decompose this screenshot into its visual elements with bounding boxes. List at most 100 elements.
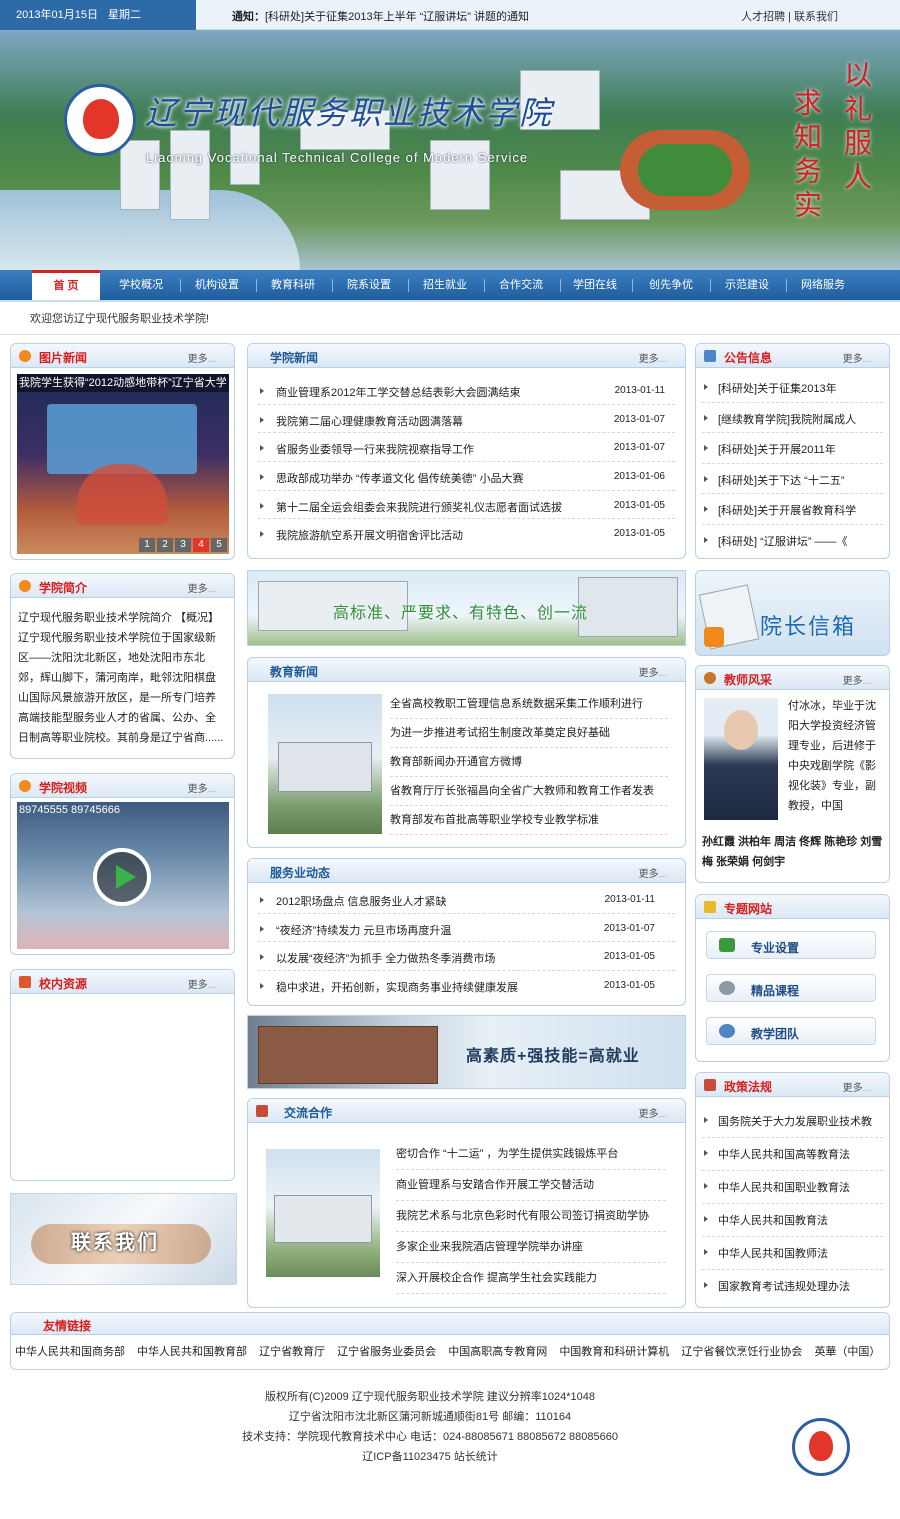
pager-1[interactable]: 1: [139, 538, 155, 552]
friend-link[interactable]: 中华人民共和国教育部: [137, 1346, 247, 1358]
nav-demonstration[interactable]: 示范建设: [711, 270, 783, 300]
major-settings-button[interactable]: 专业设置: [706, 931, 876, 959]
contact-link[interactable]: 联系我们: [794, 11, 838, 23]
list-item[interactable]: 第十二届全运会组委会来我院进行颁奖礼仪志愿者面试选拔 2013-01-05: [258, 491, 675, 520]
list-item[interactable]: 商业管理系2012年工学交替总结表彰大会圆满结束 2013-01-11: [258, 376, 675, 405]
friend-link[interactable]: 中国教育和科研计算机: [559, 1346, 669, 1358]
list-item[interactable]: 以发展“夜经济”为抓手 全力做热冬季消费市场 2013-01-05: [258, 942, 675, 972]
more-link[interactable]: 更多: [188, 580, 216, 595]
friend-link[interactable]: 中华人民共和国商务部: [15, 1346, 125, 1358]
panel-title: 服务业动态: [270, 866, 331, 880]
play-icon[interactable]: [93, 848, 151, 906]
quality-courses-button[interactable]: 精品课程: [706, 974, 876, 1002]
list-item[interactable]: [科研处]关于开展省教育科学: [702, 494, 883, 525]
notice-label: 通知：: [232, 11, 265, 23]
nav-research[interactable]: 教育科研: [257, 270, 329, 300]
service-news-panel: 服务业动态 更多 2012职场盘点 信息服务业人才紧缺2013-01-11 “夜经…: [247, 858, 686, 1006]
teaching-team-button[interactable]: 教学团队: [706, 1017, 876, 1045]
list-item[interactable]: [继续教育学院]我院附属成人: [702, 403, 883, 433]
team-icon: [719, 1024, 735, 1038]
teacher-names[interactable]: 孙红霞 洪柏年 周洁 佟辉 陈艳珍 刘雪梅 张荣娟 何剑宇: [702, 832, 886, 872]
list-item[interactable]: 2012职场盘点 信息服务业人才紧缺 2013-01-11: [258, 885, 675, 914]
more-link[interactable]: 更多: [639, 664, 667, 679]
jobs-link[interactable]: 人才招聘: [741, 11, 785, 23]
more-link[interactable]: 更多: [639, 1105, 667, 1120]
list-item[interactable]: 中华人民共和国教师法: [702, 1237, 883, 1270]
list-item[interactable]: 中华人民共和国教育法: [702, 1204, 883, 1237]
friend-link[interactable]: 中国高职高专教育网: [448, 1346, 547, 1358]
college-title: 辽宁现代服务职业技术学院: [145, 94, 554, 132]
intro-icon: [19, 580, 31, 592]
list-item[interactable]: 我院旅游航空系开展文明宿舍评比活动 2013-01-05: [258, 519, 675, 548]
list-item[interactable]: 全省高校教职工管理信息系统数据采集工作顺利进行: [390, 690, 668, 719]
list-item[interactable]: 省服务业委领导一行来我院视察指导工作 2013-01-07: [258, 433, 675, 463]
list-item[interactable]: 商业管理系与安踏合作开展工学交替活动: [396, 1170, 666, 1201]
contact-us-banner[interactable]: 联系我们: [10, 1193, 237, 1285]
slogan-banner[interactable]: 高标准、严要求、有特色、创一流: [247, 570, 686, 646]
list-item[interactable]: [科研处]关于开展2011年: [702, 433, 883, 464]
nav-organization[interactable]: 机构设置: [181, 270, 253, 300]
more-link[interactable]: 更多: [188, 976, 216, 991]
ink-icon: [704, 627, 724, 647]
list-item[interactable]: 中华人民共和国职业教育法: [702, 1171, 883, 1204]
president-mailbox-banner[interactable]: 院长信箱: [695, 570, 890, 656]
list-item[interactable]: 教育部新闻办开通官方微博: [390, 748, 668, 777]
list-item[interactable]: 密切合作 “十二运” ，为学生提供实践锻炼平台: [396, 1139, 666, 1170]
nav-student-online[interactable]: 学团在线: [561, 270, 629, 300]
list-item[interactable]: 我院第二届心理健康教育活动圆满落幕 2013-01-07: [258, 405, 675, 434]
nav-school-overview[interactable]: 学校概况: [105, 270, 177, 300]
footer-icp[interactable]: 辽ICP备11023475 站长统计: [0, 1447, 900, 1467]
button-label: 精品课程: [751, 984, 800, 998]
teacher-photo[interactable]: [704, 698, 778, 820]
list-item[interactable]: 多家企业来我院酒店管理学院举办讲座: [396, 1232, 666, 1263]
friend-link[interactable]: 英華（中国）: [814, 1346, 880, 1358]
more-link[interactable]: 更多: [639, 865, 667, 880]
more-link[interactable]: 更多: [188, 350, 216, 365]
panel-title: 教育新闻: [270, 665, 319, 679]
list-item[interactable]: [科研处] “辽服讲坛” ——《: [702, 525, 883, 556]
pager-3[interactable]: 3: [175, 538, 191, 552]
nav-admission[interactable]: 招生就业: [409, 270, 481, 300]
nav-departments[interactable]: 院系设置: [333, 270, 405, 300]
more-link[interactable]: 更多: [843, 1079, 871, 1094]
list-item[interactable]: 国家教育考试违规处理办法: [702, 1270, 883, 1303]
more-link[interactable]: 更多: [843, 672, 871, 687]
friend-link[interactable]: 辽宁省餐饮烹饪行业协会: [681, 1346, 802, 1358]
pager-4[interactable]: 4: [193, 538, 209, 552]
list-item[interactable]: 稳中求进，开拓创新，实现商务事业持续健康发展 2013-01-05: [258, 971, 675, 1000]
list-item[interactable]: 中华人民共和国高等教育法: [702, 1138, 883, 1171]
photo-news-image[interactable]: 我院学生获得“2012动感地带杯”辽宁省大学 1 2 3 4 5: [17, 374, 229, 554]
more-link[interactable]: 更多: [639, 350, 667, 365]
more-link[interactable]: 更多: [188, 780, 216, 795]
list-item[interactable]: [科研处]关于下达 “十二五”: [702, 464, 883, 494]
job-banner[interactable]: 高素质+强技能=高就业: [247, 1015, 686, 1089]
pager-2[interactable]: 2: [157, 538, 173, 552]
cooperation-image[interactable]: [266, 1149, 380, 1277]
notice-ticker[interactable]: 通知：[科研处]关于征集2013年上半年 “辽服讲坛” 讲题的通知: [232, 8, 529, 24]
friend-links-panel: 友情链接 中华人民共和国商务部 中华人民共和国教育部 辽宁省教育厅 辽宁省服务业…: [10, 1312, 890, 1370]
list-item[interactable]: 教育部发布首批高等职业学校专业教学标准: [390, 806, 668, 835]
motto-right: 以礼服人: [840, 60, 873, 196]
college-subtitle: Liaoning Vocational Technical College of…: [146, 150, 529, 165]
pager-5[interactable]: 5: [211, 538, 227, 552]
list-item[interactable]: 为进一步推进考试招生制度改革奠定良好基础: [390, 719, 668, 748]
friend-link[interactable]: 辽宁省教育厅: [259, 1346, 325, 1358]
nav-cooperation[interactable]: 合作交流: [485, 270, 557, 300]
list-item[interactable]: 思政部成功举办 “传孝道文化 倡传统美德” 小品大赛 2013-01-06: [258, 462, 675, 491]
video-player[interactable]: 89745555 89745666: [17, 802, 229, 949]
list-item[interactable]: 省教育厅厅长张福昌向全省广大教师和教育工作者发表: [390, 777, 668, 806]
nav-network-service[interactable]: 网络服务: [787, 270, 859, 300]
list-item[interactable]: 我院艺术系与北京色彩时代有限公司签订捐资助学协: [396, 1201, 666, 1232]
notice-text[interactable]: [科研处]关于征集2013年上半年 “辽服讲坛” 讲题的通知: [265, 11, 529, 23]
more-link[interactable]: 更多: [843, 350, 871, 365]
photo-caption[interactable]: 我院学生获得“2012动感地带杯”辽宁省大学: [17, 374, 229, 392]
list-item[interactable]: 国务院关于大力发展职业技术教: [702, 1105, 883, 1138]
nav-excellence[interactable]: 创先争优: [633, 270, 709, 300]
notice-list: [科研处]关于征集2013年 [继续教育学院]我院附属成人 [科研处]关于开展2…: [702, 372, 883, 555]
friend-link[interactable]: 辽宁省服务业委员会: [337, 1346, 436, 1358]
list-item[interactable]: [科研处]关于征集2013年: [702, 372, 883, 403]
edu-news-image[interactable]: [268, 694, 382, 834]
list-item[interactable]: “夜经济”持续发力 元旦市场再度升温 2013-01-07: [258, 914, 675, 943]
list-item[interactable]: 深入开展校企合作 提高学生社会实践能力: [396, 1263, 666, 1294]
nav-home[interactable]: 首 页: [32, 270, 100, 300]
